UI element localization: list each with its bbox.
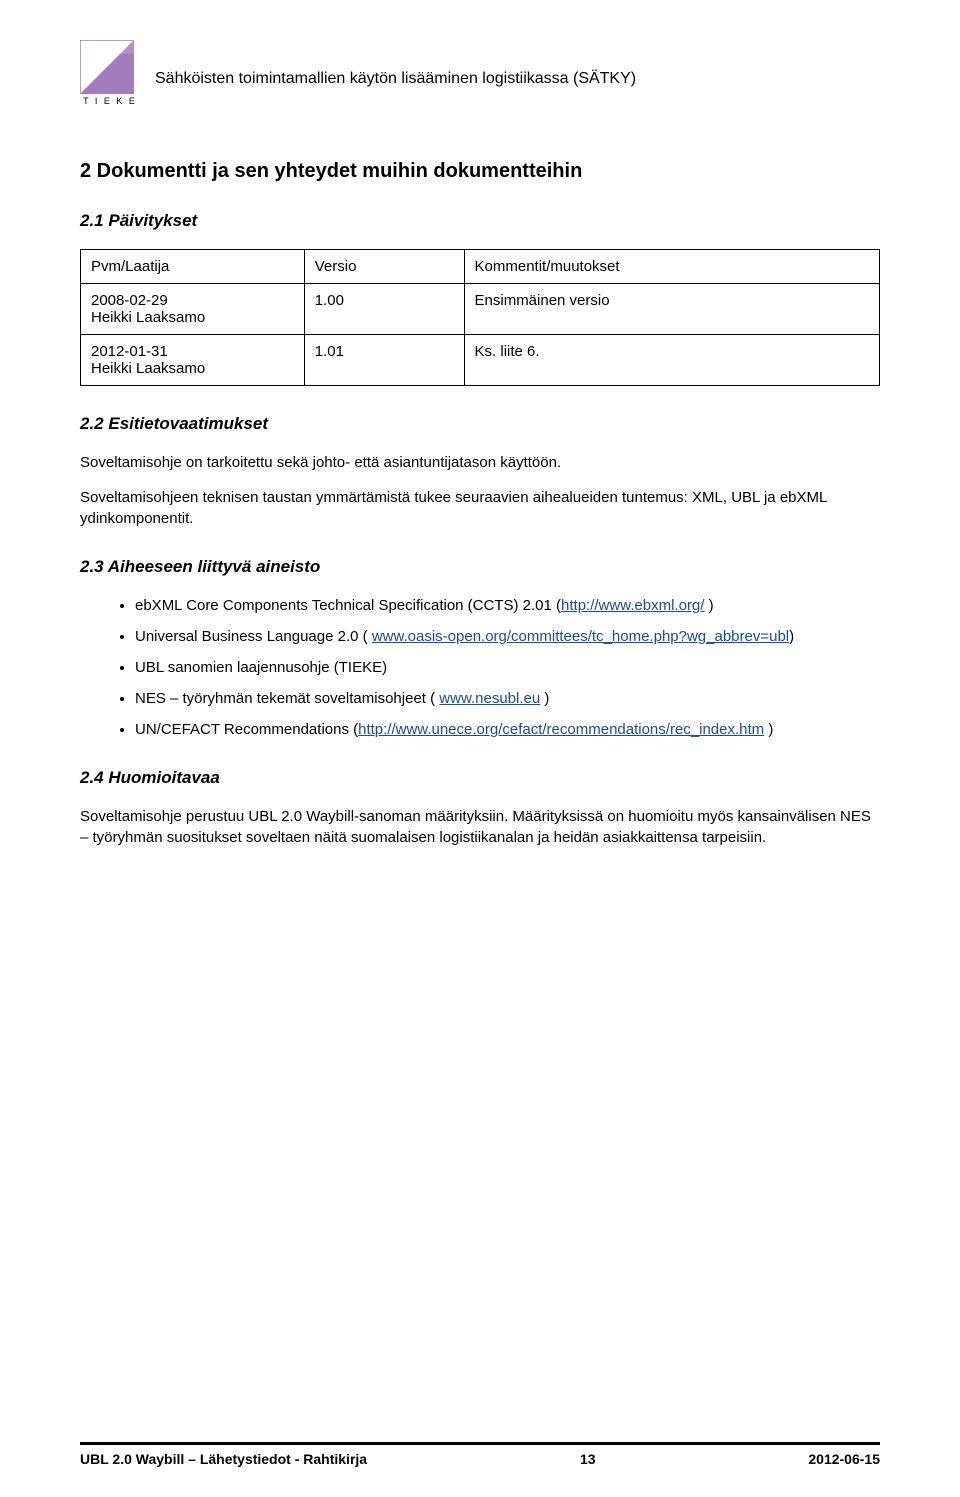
section-2-4-title: 2.4 Huomioitavaa: [80, 768, 880, 788]
footer-page-number: 13: [580, 1451, 596, 1467]
list-text: Universal Business Language 2.0 (: [135, 628, 372, 645]
list-item: NES – työryhmän tekemät soveltamisohjeet…: [135, 688, 880, 709]
page-footer: UBL 2.0 Waybill – Lähetystiedot - Rahtik…: [80, 1442, 880, 1467]
list-text: NES – työryhmän tekemät soveltamisohjeet…: [135, 690, 439, 707]
list-item: ebXML Core Components Technical Specific…: [135, 595, 880, 616]
list-item: Universal Business Language 2.0 ( www.oa…: [135, 626, 880, 647]
cell-comments: Ensimmäinen versio: [464, 284, 879, 335]
table-row: 2012-01-31 Heikki Laaksamo 1.01 Ks. liit…: [81, 335, 880, 386]
page-header: T I E K E Sähköisten toimintamallien käy…: [80, 40, 880, 110]
paragraph: Soveltamisohje perustuu UBL 2.0 Waybill-…: [80, 806, 880, 848]
list-text: ): [704, 597, 713, 614]
section-2-1-title: 2.1 Päivitykset: [80, 211, 880, 231]
cell-date-author: 2008-02-29 Heikki Laaksamo: [81, 284, 305, 335]
footer-left: UBL 2.0 Waybill – Lähetystiedot - Rahtik…: [80, 1451, 367, 1467]
paragraph: Soveltamisohjeen teknisen taustan ymmärt…: [80, 487, 880, 529]
cell-comments: Ks. liite 6.: [464, 335, 879, 386]
tieke-logo: T I E K E: [80, 40, 140, 110]
list-text: ): [764, 721, 773, 738]
list-text: UN/CEFACT Recommendations (: [135, 721, 358, 738]
cell-version: 1.00: [304, 284, 464, 335]
list-text: ): [540, 690, 549, 707]
footer-date: 2012-06-15: [808, 1451, 880, 1467]
table-header-row: Pvm/Laatija Versio Kommentit/muutokset: [81, 250, 880, 284]
section-2-2-title: 2.2 Esitietovaatimukset: [80, 414, 880, 434]
section-2-3-title: 2.3 Aiheeseen liittyvä aineisto: [80, 557, 880, 577]
section-2-title: 2 Dokumentti ja sen yhteydet muihin doku…: [80, 160, 880, 183]
list-text: ebXML Core Components Technical Specific…: [135, 597, 561, 614]
paragraph: Soveltamisohje on tarkoitettu sekä johto…: [80, 452, 880, 473]
link-oasis-ubl[interactable]: www.oasis-open.org/committees/tc_home.ph…: [372, 628, 789, 645]
col-comments: Kommentit/muutokset: [464, 250, 879, 284]
related-material-list: ebXML Core Components Technical Specific…: [80, 595, 880, 740]
list-text: UBL sanomien laajennusohje (TIEKE): [135, 659, 387, 676]
link-nesubl[interactable]: www.nesubl.eu: [439, 690, 540, 707]
cell-version: 1.01: [304, 335, 464, 386]
col-version: Versio: [304, 250, 464, 284]
version-table: Pvm/Laatija Versio Kommentit/muutokset 2…: [80, 249, 880, 386]
link-unece[interactable]: http://www.unece.org/cefact/recommendati…: [358, 721, 764, 738]
cell-date-author: 2012-01-31 Heikki Laaksamo: [81, 335, 305, 386]
col-date-author: Pvm/Laatija: [81, 250, 305, 284]
link-ebxml[interactable]: http://www.ebxml.org/: [561, 597, 704, 614]
list-item: UN/CEFACT Recommendations (http://www.un…: [135, 719, 880, 740]
logo-label: T I E K E: [80, 96, 140, 106]
list-text: ): [789, 628, 794, 645]
document-running-title: Sähköisten toimintamallien käytön lisääm…: [155, 40, 636, 88]
list-item: UBL sanomien laajennusohje (TIEKE): [135, 657, 880, 678]
table-row: 2008-02-29 Heikki Laaksamo 1.00 Ensimmäi…: [81, 284, 880, 335]
